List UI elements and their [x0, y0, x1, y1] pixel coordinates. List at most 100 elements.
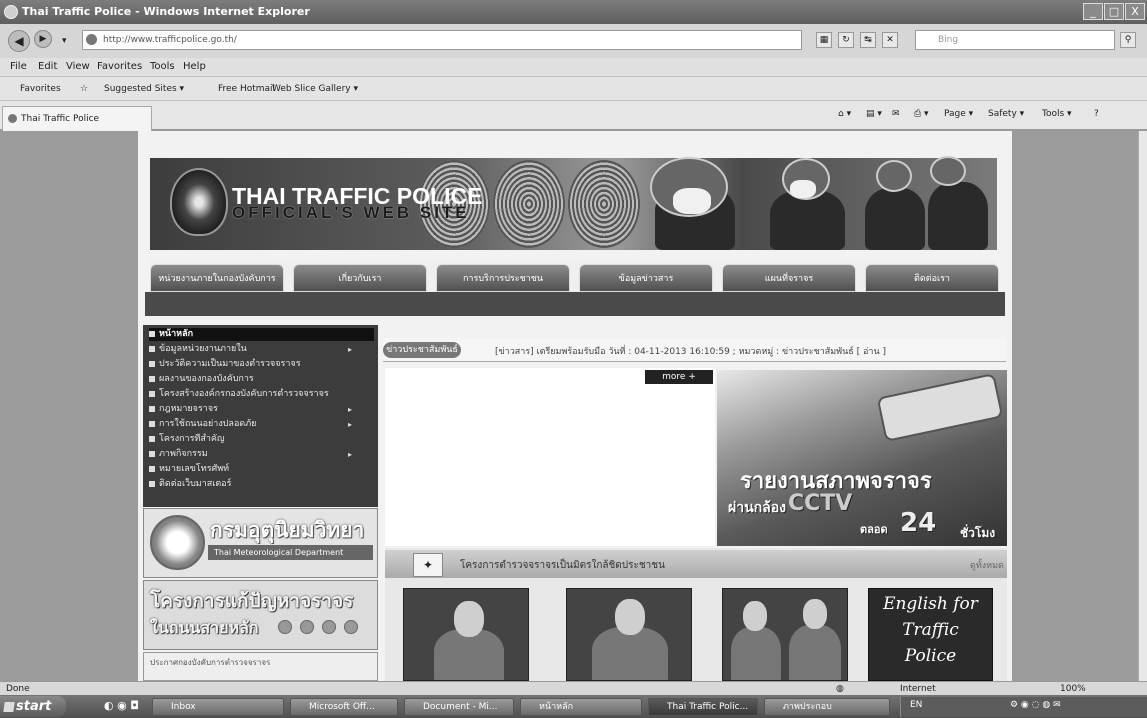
site-subtitle: OFFICIAL'S WEB SITE: [232, 203, 470, 222]
window-title-bar: Thai Traffic Police - Windows Internet E…: [0, 0, 1147, 24]
print-icon[interactable]: ⎙ ▾: [914, 109, 929, 119]
compatibility-view-icon[interactable]: ▦: [816, 32, 832, 48]
nav-tab-services[interactable]: การบริการประชาชน: [436, 264, 570, 292]
officer-mask: [790, 180, 816, 198]
video-thumbnail[interactable]: [566, 588, 692, 681]
submenu-arrow-icon: ▸: [347, 405, 352, 414]
nav-tab-about[interactable]: เกี่ยวกับเรา: [293, 264, 427, 292]
side-menu-item[interactable]: ข้อมูลหน่วยงานภายใน ▸: [149, 343, 374, 356]
side-menu-item[interactable]: โครงการที่สำคัญ: [149, 433, 374, 446]
video-thumbnail[interactable]: [722, 588, 848, 681]
side-menu-item[interactable]: โครงสร้างองค์กรกองบังคับการตำรวจจราจร: [149, 388, 374, 401]
traffic-project-dot-icon: [278, 620, 292, 634]
traffic-light-lens: [568, 160, 640, 248]
ie-icon: [4, 5, 18, 19]
side-menu-item[interactable]: ติดต่อเว็บมาสเตอร์: [149, 478, 374, 491]
menu-view[interactable]: View: [66, 58, 90, 76]
help-icon[interactable]: ?: [1094, 109, 1099, 119]
back-button[interactable]: ◀: [8, 30, 30, 52]
tab-strip: ⌂ ▾ ▤ ▾ ✉ ⎙ ▾ Page ▾ Safety ▾ Tools ▾ ?: [0, 100, 1147, 130]
officer-figure: [928, 182, 988, 250]
address-input[interactable]: http://www.trafficpolice.go.th/: [82, 30, 802, 50]
page-menu[interactable]: Page ▾: [944, 109, 973, 119]
side-menu-item[interactable]: หน้าหลัก: [149, 328, 374, 341]
nav-tab-contact[interactable]: ติดต่อเรา: [865, 264, 999, 292]
english-line: Traffic: [902, 620, 959, 640]
side-menu-label: ข้อมูลหน่วยงานภายใน: [159, 344, 247, 354]
police-badge-logo: [170, 168, 228, 236]
free-hotmail-link[interactable]: Free Hotmail: [218, 77, 275, 101]
side-menu-item[interactable]: การใช้ถนนอย่างปลอดภัย ▸: [149, 418, 374, 431]
submenu-arrow-icon: ▸: [347, 345, 352, 354]
tray-icons[interactable]: ⚙ ◉ ◌ ◍ ✉: [1010, 700, 1061, 710]
taskbar-item[interactable]: Microsoft Off...: [290, 698, 398, 716]
officer-mask: [673, 188, 711, 214]
suggested-sites-link[interactable]: Suggested Sites ▾: [104, 77, 184, 101]
taskbar-item[interactable]: Inbox: [152, 698, 284, 716]
side-menu-item[interactable]: หมายเลขโทรศัพท์: [149, 463, 374, 476]
menu-file[interactable]: File: [10, 58, 27, 76]
ticker-text[interactable]: [ข่าวสาร] เตรียมพร้อมรับมือ วันที่ : 04-…: [495, 344, 886, 358]
taskbar-item[interactable]: ภาพประกอบ: [764, 698, 890, 716]
zoom-level[interactable]: 100%: [1060, 682, 1086, 696]
refresh-icon[interactable]: ↻: [838, 32, 854, 48]
news-area: [385, 368, 715, 546]
taskbar-item[interactable]: Thai Traffic Polic...: [648, 698, 758, 716]
home-icon[interactable]: ⌂ ▾: [838, 109, 851, 119]
tab-thai-traffic-police[interactable]: Thai Traffic Police: [2, 106, 152, 132]
search-icon[interactable]: ⚲: [1120, 32, 1136, 48]
stop-icon[interactable]: ✕: [882, 32, 898, 48]
cctv-24: 24: [900, 508, 937, 538]
announcement-text: ประกาศกองบังคับการตำรวจจราจร: [150, 658, 271, 667]
side-menu-item[interactable]: ผลงานของกองบังคับการ: [149, 373, 374, 386]
forward-button[interactable]: ▶: [34, 30, 52, 48]
officer-helmet: [876, 160, 912, 192]
security-zone: Internet: [900, 684, 936, 694]
read-mail-icon[interactable]: ✉: [892, 109, 900, 119]
more-button[interactable]: more +: [645, 370, 713, 384]
side-menu-label: การใช้ถนนอย่างปลอดภัย: [159, 419, 257, 429]
side-menu-label: หมายเลขโทรศัพท์: [159, 464, 230, 474]
quick-launch-icons[interactable]: ◐ ◉ ◘: [104, 699, 139, 712]
tmd-title: กรมอุตุนิยมวิทยา: [210, 518, 365, 542]
officer-figure: [731, 627, 781, 680]
side-menu-item[interactable]: ภาพกิจกรรม ▸: [149, 448, 374, 461]
submenu-arrow-icon: ▸: [347, 420, 352, 429]
maximize-button[interactable]: □: [1104, 3, 1124, 20]
officer-figure: [592, 627, 668, 680]
recent-pages-chevron-icon[interactable]: ▾: [62, 36, 67, 46]
video-thumbnail[interactable]: [403, 588, 529, 681]
vertical-scrollbar[interactable]: [1138, 131, 1147, 681]
menu-favorites[interactable]: Favorites: [97, 58, 142, 76]
go-icon[interactable]: ↹: [860, 32, 876, 48]
nav-tab-news[interactable]: ข้อมูลข่าวสาร: [579, 264, 713, 292]
feeds-icon[interactable]: ▤ ▾: [866, 109, 882, 119]
language-indicator[interactable]: EN: [910, 700, 922, 710]
safety-menu[interactable]: Safety ▾: [988, 109, 1024, 119]
cctv-label: CCTV: [788, 491, 853, 516]
nav-tab-internal-units[interactable]: หน่วยงานภายในกองบังคับการ: [150, 264, 284, 292]
taskbar-item[interactable]: Document - Mi...: [404, 698, 514, 716]
web-slice-gallery-link[interactable]: Web Slice Gallery ▾: [272, 77, 358, 101]
tools-menu[interactable]: Tools ▾: [1042, 109, 1072, 119]
favorites-button[interactable]: Favorites: [20, 77, 61, 101]
menu-tools[interactable]: Tools: [150, 58, 175, 76]
windows-logo-icon: [3, 702, 15, 712]
menu-help[interactable]: Help: [183, 58, 206, 76]
close-button[interactable]: X: [1125, 3, 1145, 20]
side-menu-item[interactable]: กฎหมายจราจร ▸: [149, 403, 374, 416]
video-see-all-link[interactable]: ดูทั้งหมด: [970, 558, 1004, 572]
side-menu-item[interactable]: ประวัติความเป็นมาของตำรวจจราจร: [149, 358, 374, 371]
submenu-arrow-icon: ▸: [347, 450, 352, 459]
add-favorite-star-icon[interactable]: ☆: [80, 77, 88, 101]
ticker-label[interactable]: ข่าวประชาสัมพันธ์: [383, 342, 461, 358]
taskbar-item[interactable]: หน้าหลัก: [520, 698, 642, 716]
nav-tab-traffic-map[interactable]: แผนที่จราจร: [722, 264, 856, 292]
menu-edit[interactable]: Edit: [38, 58, 57, 76]
tmd-subtitle: Thai Meteorological Department: [208, 545, 373, 560]
minimize-button[interactable]: _: [1083, 3, 1103, 20]
traffic-project-subtitle: ในถนนสายหลัก: [150, 618, 259, 637]
search-input[interactable]: Bing: [915, 30, 1115, 50]
side-menu-label: หน้าหลัก: [159, 329, 194, 339]
nav-underbar: [145, 292, 1005, 316]
